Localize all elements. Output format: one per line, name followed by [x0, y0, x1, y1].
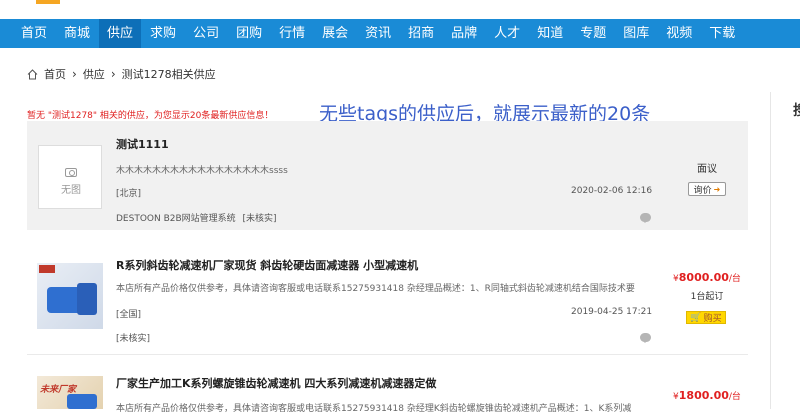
nav-item-brand[interactable]: 品牌: [451, 19, 477, 48]
home-icon: [27, 68, 38, 80]
gearbox-graphic: [77, 283, 97, 315]
nav-item-buy[interactable]: 求购: [150, 19, 176, 48]
arrow-right-icon: ➜: [713, 184, 721, 194]
nav-item-video[interactable]: 视频: [666, 19, 692, 48]
item-date: 2020-02-06 12:16: [571, 186, 653, 196]
list-item: R系列斜齿轮减速机厂家现货 斜齿轮硬齿面减速器 小型减速机 本店所有产品价格仅供…: [27, 243, 748, 355]
nav-item-supply[interactable]: 供应: [99, 19, 142, 48]
item-description: 本店所有产品价格仅供参考，具体请咨询客服或电话联系15275931418 杂经理…: [116, 404, 632, 414]
item-price: ¥1800.00/台: [657, 389, 757, 402]
inquiry-button[interactable]: 询价 ➜: [688, 182, 726, 196]
motor-graphic: [47, 287, 81, 313]
price-unit: /台: [728, 392, 741, 402]
nav-item-mall[interactable]: 商城: [64, 19, 90, 48]
nav-item-news[interactable]: 资讯: [365, 19, 391, 48]
empty-result-notice: 暂无 "测试1278" 相关的供应，为您显示20条最新供应信息！: [27, 111, 274, 121]
chevron-right-icon: ›: [72, 67, 77, 81]
nav-item-talent[interactable]: 人才: [494, 19, 520, 48]
camera-icon: [65, 168, 77, 177]
item-description: 木木木木木木木木木木木木木木木木木ssss: [116, 166, 288, 176]
breadcrumb-home[interactable]: 首页: [44, 66, 66, 82]
nav-item-home[interactable]: 首页: [21, 19, 47, 48]
nav-item-invest[interactable]: 招商: [408, 19, 434, 48]
inquiry-label: 询价: [693, 185, 712, 196]
motor-graphic: [67, 394, 97, 409]
item-company: DESTOON B2B网站管理系统 [未核实]: [116, 211, 277, 224]
nav-item-gallery[interactable]: 图库: [623, 19, 649, 48]
main-nav: 首页 商城 供应 求购 公司 团购 行情 展会 资讯 招商 品牌 人才 知道 专…: [0, 19, 800, 48]
cart-icon: 🛒: [690, 312, 702, 323]
verify-status: [未核实]: [242, 214, 277, 224]
min-order: 1台起订: [690, 292, 724, 302]
price-value: 1800.00: [678, 389, 729, 402]
nav-item-market[interactable]: 行情: [279, 19, 305, 48]
buy-button[interactable]: 🛒 购买: [686, 311, 726, 324]
product-image[interactable]: 未来厂家: [37, 376, 103, 409]
breadcrumb: 首页 › 供应 › 测试1278相关供应: [27, 66, 216, 82]
verify-status: [未核实]: [116, 334, 151, 344]
nav-item-groupbuy[interactable]: 团购: [236, 19, 262, 48]
item-location: [北京]: [116, 189, 142, 199]
nav-item-know[interactable]: 知道: [537, 19, 563, 48]
chat-icon[interactable]: [640, 213, 651, 223]
nav-item-download[interactable]: 下载: [709, 19, 735, 48]
logo-fragment: [36, 0, 60, 4]
chevron-right-icon: ›: [110, 67, 116, 81]
no-image-placeholder[interactable]: 无图: [38, 145, 102, 209]
price-negotiable: 面议: [697, 164, 717, 175]
nav-item-expo[interactable]: 展会: [322, 19, 348, 48]
item-description: 本店所有产品价格仅供参考，具体请咨询客服或电话联系15275931418 杂经理…: [116, 284, 635, 294]
item-date: 2019-04-25 17:21: [571, 307, 653, 317]
breadcrumb-current: 测试1278相关供应: [121, 68, 216, 81]
image-badge: [39, 265, 55, 273]
top-strip: [0, 0, 800, 19]
buy-label: 购买: [703, 314, 722, 324]
breadcrumb-supply[interactable]: 供应: [83, 66, 105, 82]
nav-item-company[interactable]: 公司: [193, 19, 219, 48]
nav-item-special[interactable]: 专题: [580, 19, 606, 48]
item-title[interactable]: 厂家生产加工K系列螺旋锥齿轮减速机 四大系列减速机减速器定做: [116, 375, 436, 391]
right-rail-title: 搜: [793, 100, 800, 120]
item-price: ¥8000.00/台: [657, 271, 757, 284]
company-link[interactable]: DESTOON B2B网站管理系统: [116, 214, 236, 224]
no-image-label: 无图: [61, 185, 81, 196]
product-image[interactable]: [37, 263, 103, 329]
list-item: 无图 测试1111 木木木木木木木木木木木木木木木木木ssss [北京] 202…: [27, 121, 748, 230]
list-item: 未来厂家 厂家生产加工K系列螺旋锥齿轮减速机 四大系列减速机减速器定做 本店所有…: [27, 368, 748, 414]
price-unit: /台: [728, 274, 741, 284]
item-title[interactable]: 测试1111: [116, 136, 169, 152]
item-location: [全国]: [116, 310, 142, 320]
item-title[interactable]: R系列斜齿轮减速机厂家现货 斜齿轮硬齿面减速器 小型减速机: [116, 257, 418, 273]
price-value: 8000.00: [678, 271, 729, 284]
chat-icon[interactable]: [640, 333, 651, 343]
right-rail: 搜: [770, 92, 800, 409]
